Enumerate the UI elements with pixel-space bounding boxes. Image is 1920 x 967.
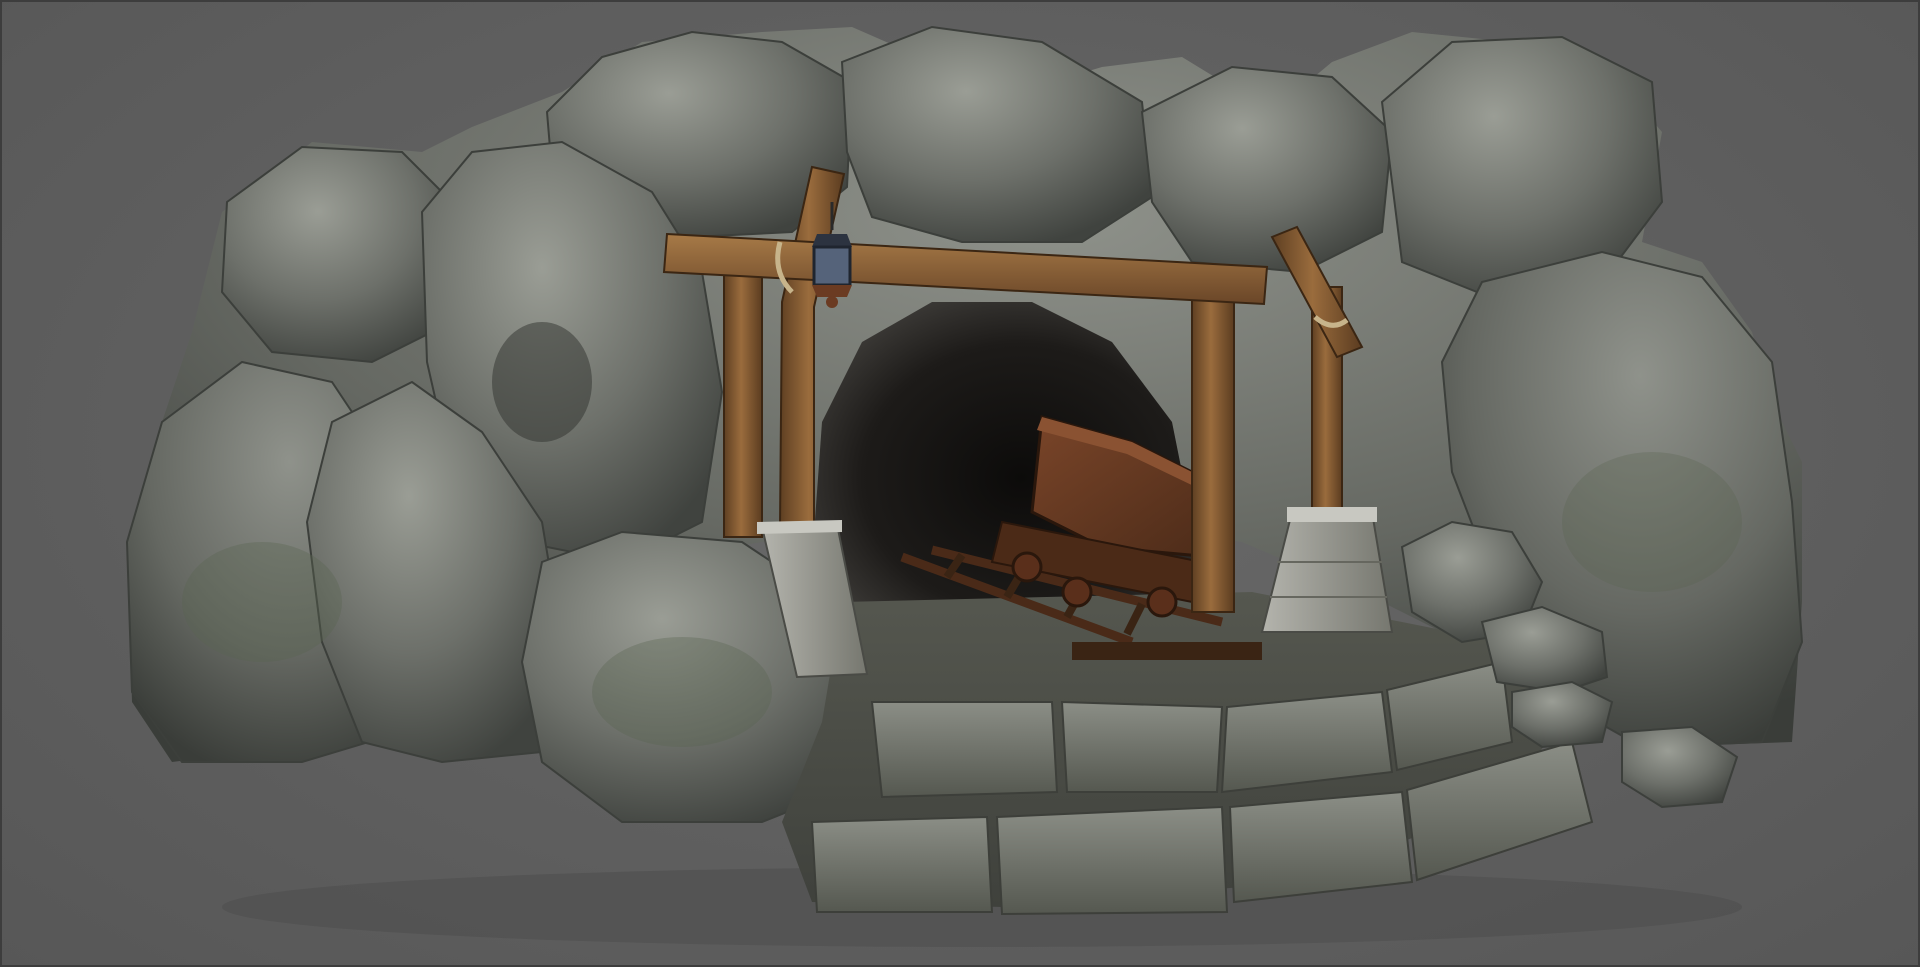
mine-entrance-render xyxy=(125,25,1804,947)
3d-viewport[interactable] xyxy=(0,0,1920,967)
cart-wheel xyxy=(1011,551,1043,583)
floor-block xyxy=(1060,700,1224,793)
boulder-top-right xyxy=(1140,65,1394,274)
right-post xyxy=(1191,291,1235,613)
floor-block xyxy=(1228,790,1414,904)
floor-block xyxy=(810,815,994,913)
boulder-top-mid xyxy=(840,25,1154,243)
left-post xyxy=(723,271,763,538)
cart-wheel xyxy=(1061,576,1093,608)
cart-wheel xyxy=(1146,586,1178,618)
floor-block xyxy=(995,805,1229,916)
floor-block xyxy=(870,701,1059,799)
